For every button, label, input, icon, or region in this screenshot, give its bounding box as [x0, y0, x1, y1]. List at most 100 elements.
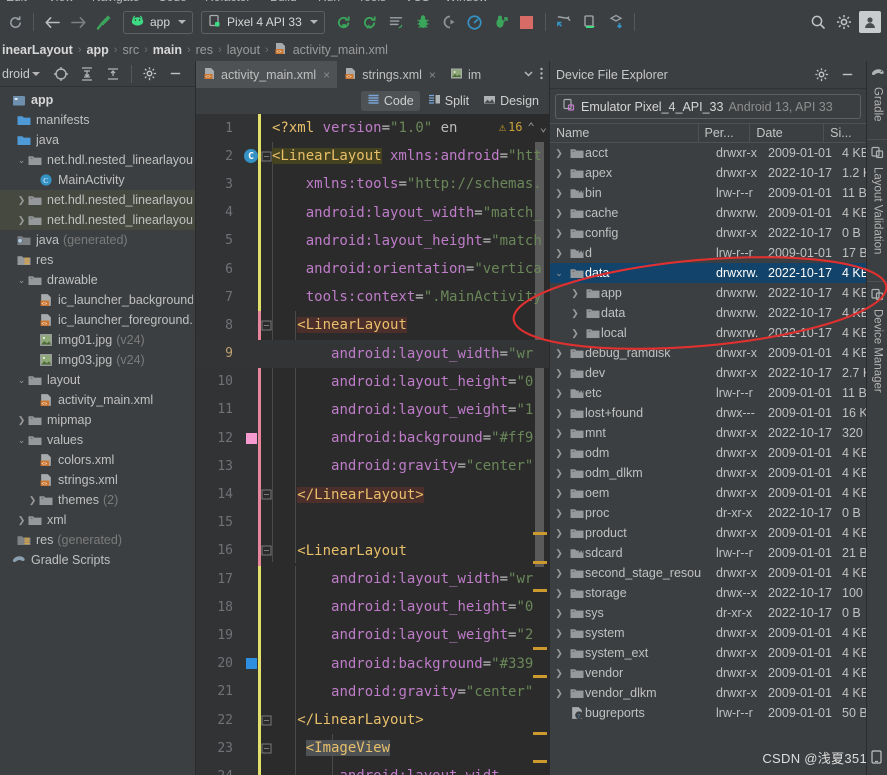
- device-file-row[interactable]: ❯ etc lrw-r--r 2009-01-01 11 B: [550, 383, 866, 403]
- fold-marker[interactable]: [260, 320, 272, 331]
- code-line[interactable]: 11 android:layout_weight="1: [196, 396, 549, 424]
- column-header-name[interactable]: Name: [550, 124, 699, 142]
- device-target-selector[interactable]: Pixel 4 API 33: [201, 10, 325, 34]
- code-line[interactable]: 13 android:gravity="center": [196, 452, 549, 480]
- chevron-right-icon[interactable]: ❯: [550, 368, 568, 379]
- device-selector[interactable]: Emulator Pixel_4_API_33 Android 13, API …: [555, 94, 861, 119]
- fold-marker[interactable]: [260, 489, 272, 500]
- chevron-right-icon[interactable]: ❯: [566, 308, 584, 319]
- mode-split[interactable]: Split: [422, 91, 475, 111]
- account-avatar-icon[interactable]: [859, 11, 881, 33]
- chevron-right-icon[interactable]: ❯: [16, 415, 27, 426]
- mode-design[interactable]: Design: [477, 91, 545, 111]
- menu-item-edit[interactable]: Edit: [6, 0, 27, 4]
- project-tree-item[interactable]: res: [0, 250, 195, 270]
- color-swatch[interactable]: [245, 432, 257, 444]
- run-with-coverage-icon[interactable]: [490, 11, 512, 33]
- attach-debugger-icon[interactable]: [438, 11, 460, 33]
- chevron-right-icon[interactable]: ❯: [550, 688, 568, 699]
- menu-item-refactor[interactable]: Refactor: [205, 0, 250, 4]
- chevron-right-icon[interactable]: ❯: [550, 488, 568, 499]
- rail-item-layout-validation[interactable]: Layout Validation: [867, 139, 887, 281]
- chevron-right-icon[interactable]: ❯: [550, 588, 568, 599]
- device-file-row[interactable]: ❯ data drwxrw. 2022-10-17 4 KB: [550, 303, 866, 323]
- chevron-right-icon[interactable]: ❯: [550, 188, 568, 199]
- gutter-marker[interactable]: [242, 432, 260, 444]
- sync-gradle-icon[interactable]: [605, 11, 627, 33]
- device-file-row[interactable]: ❯ bin lrw-r--r 2009-01-01 11 B: [550, 183, 866, 203]
- menu-item-navigate[interactable]: Navigate: [92, 0, 139, 4]
- chevron-right-icon[interactable]: ❯: [550, 168, 568, 179]
- code-line[interactable]: 22 </LinearLayout>: [196, 706, 549, 734]
- code-line[interactable]: 20 android:background="#339: [196, 650, 549, 678]
- column-header-date[interactable]: Date: [750, 124, 825, 142]
- device-file-row[interactable]: ❯ odm_dlkm drwxr-x 2009-01-01 4 KB: [550, 463, 866, 483]
- device-file-row[interactable]: ❯ debug_ramdisk drwxr-x 2009-01-01 4 KB: [550, 343, 866, 363]
- menu-item-run[interactable]: Run: [318, 0, 340, 4]
- select-opened-file-icon[interactable]: [50, 63, 72, 85]
- breadcrumb-item-layout[interactable]: layout: [225, 43, 262, 57]
- project-tree-item[interactable]: ❯ net.hdl.nested_linearlayout (: [0, 210, 195, 230]
- menu-item-tools[interactable]: Tools: [358, 0, 386, 4]
- device-file-row[interactable]: ❯ lost+found drwx--- 2009-01-01 16 K: [550, 403, 866, 423]
- code-line[interactable]: 3 xmlns:tools="http://schemas.: [196, 170, 549, 198]
- device-file-row[interactable]: ❯ vendor drwxr-x 2009-01-01 4 KB: [550, 663, 866, 683]
- project-tree-item[interactable]: ⌄ layout: [0, 370, 195, 390]
- project-panel-title[interactable]: droid: [0, 67, 30, 81]
- breadcrumb-item-main[interactable]: main: [151, 43, 184, 57]
- project-tree-item[interactable]: manifests: [0, 110, 195, 130]
- chevron-right-icon[interactable]: ❯: [550, 528, 568, 539]
- chevron-right-icon[interactable]: ❯: [550, 228, 568, 239]
- collapse-all-icon[interactable]: [102, 63, 124, 85]
- code-line[interactable]: 8 <LinearLayout: [196, 311, 549, 339]
- project-tree-item[interactable]: <> ic_launcher_foreground.x: [0, 310, 195, 330]
- code-line[interactable]: 4 android:layout_width="match_: [196, 199, 549, 227]
- project-tree-item[interactable]: img01.jpg (v24): [0, 330, 195, 350]
- code-line[interactable]: 5 android:layout_height="match: [196, 227, 549, 255]
- column-header-permissions[interactable]: Per...: [699, 124, 751, 142]
- chevron-right-icon[interactable]: ❯: [550, 648, 568, 659]
- chevron-right-icon[interactable]: ❯: [550, 628, 568, 639]
- fold-marker[interactable]: [260, 545, 272, 556]
- avd-manager-icon[interactable]: [579, 11, 601, 33]
- debug-icon[interactable]: [412, 11, 434, 33]
- breadcrumb-item-file[interactable]: activity_main.xml: [291, 43, 390, 57]
- chevron-right-icon[interactable]: ❯: [550, 348, 568, 359]
- project-tree-item[interactable]: <> ic_launcher_background.: [0, 290, 195, 310]
- code-line[interactable]: 23 <ImageView: [196, 734, 549, 762]
- chevron-down-icon[interactable]: ⌄: [550, 268, 568, 279]
- sdk-manager-icon[interactable]: [553, 11, 575, 33]
- inspection-prev-icon[interactable]: ⌃: [528, 120, 535, 134]
- device-file-row[interactable]: ⌄ data drwxrw. 2022-10-17 4 KB: [550, 263, 866, 283]
- code-line[interactable]: 12 android:background="#ff9: [196, 424, 549, 452]
- class-marker-icon[interactable]: C: [244, 149, 258, 164]
- mode-code[interactable]: Code: [360, 91, 420, 111]
- code-line[interactable]: 1 <?xml version="1.0" en ⚠ 16 ⌃ ⌄: [196, 114, 549, 142]
- hide-panel-icon[interactable]: [836, 64, 858, 86]
- inspection-next-icon[interactable]: ⌄: [540, 120, 547, 134]
- color-swatch[interactable]: [245, 658, 257, 670]
- chevron-down-icon[interactable]: [31, 71, 40, 76]
- project-tree-item[interactable]: app: [0, 90, 195, 110]
- tab-activity-main-xml[interactable]: <> activity_main.xml ×: [196, 61, 338, 88]
- device-file-row[interactable]: ❯ second_stage_resou drwxr-x 2009-01-01 4 KB: [550, 563, 866, 583]
- more-options-icon[interactable]: [539, 66, 544, 84]
- chevron-right-icon[interactable]: ❯: [550, 608, 568, 619]
- chevron-down-icon[interactable]: ⌄: [16, 275, 27, 286]
- code-line[interactable]: 6 android:orientation="vertica: [196, 255, 549, 283]
- chevron-right-icon[interactable]: ❯: [550, 428, 568, 439]
- code-line[interactable]: 10 android:layout_height="0: [196, 368, 549, 396]
- settings-gear-icon[interactable]: [833, 11, 855, 33]
- tab-image[interactable]: im: [443, 61, 481, 88]
- project-tree-item[interactable]: C MainActivity: [0, 170, 195, 190]
- project-tree-item[interactable]: java (generated): [0, 230, 195, 250]
- device-file-row[interactable]: ❯ odm drwxr-x 2009-01-01 4 KB: [550, 443, 866, 463]
- back-arrow-icon[interactable]: [41, 11, 63, 33]
- code-line[interactable]: 17 android:layout_width="wr: [196, 565, 549, 593]
- settings-gear-icon[interactable]: [139, 63, 161, 85]
- code-line[interactable]: 16 <LinearLayout: [196, 537, 549, 565]
- chevron-right-icon[interactable]: ❯: [550, 388, 568, 399]
- column-header-size[interactable]: Si...: [824, 124, 866, 142]
- device-file-row[interactable]: ? bugreports lrw-r--r 2009-01-01 50 B: [550, 703, 866, 723]
- device-file-row[interactable]: ❯ sys dr-xr-x 2022-10-17 0 B: [550, 603, 866, 623]
